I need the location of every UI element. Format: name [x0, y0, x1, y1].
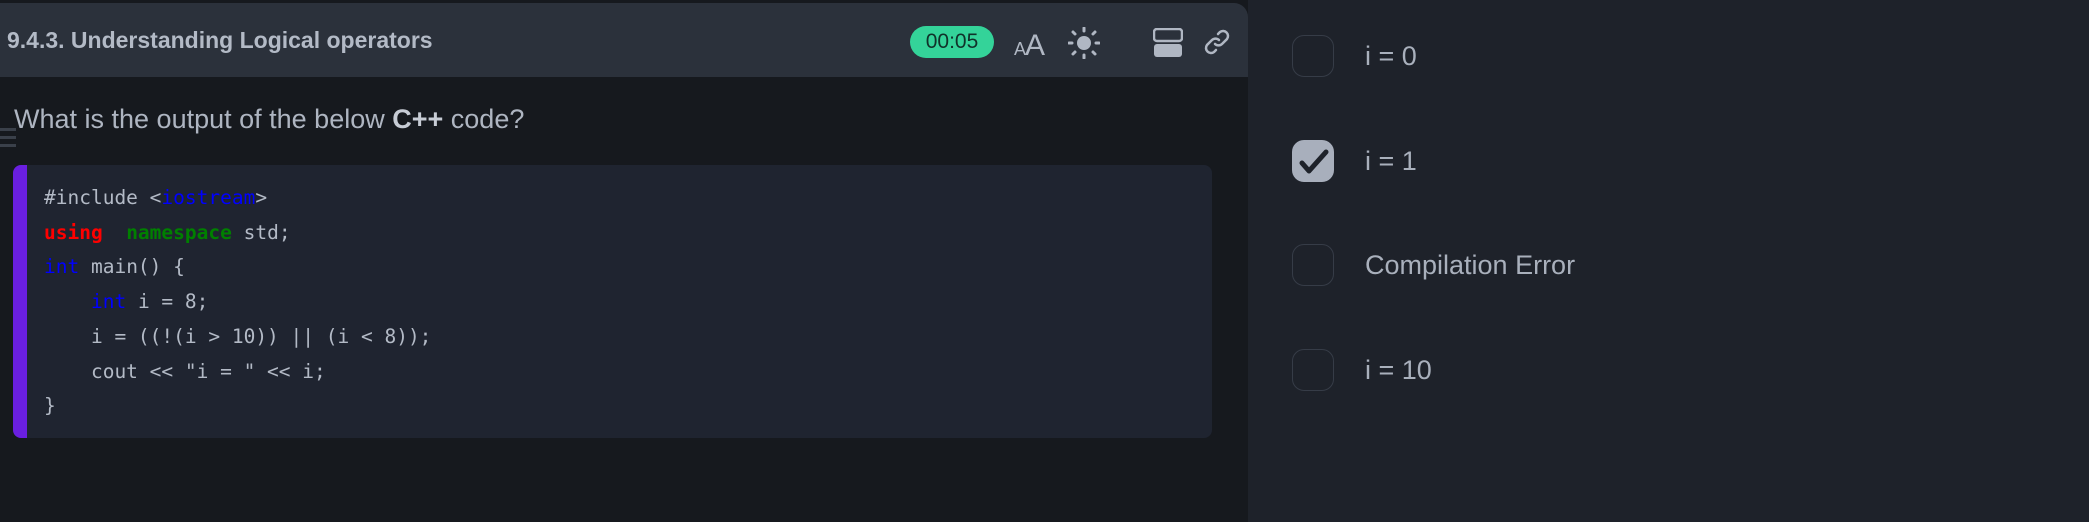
checkbox-checked[interactable]	[1292, 140, 1334, 182]
question-suffix: code?	[443, 104, 525, 134]
code-token: }	[44, 394, 56, 418]
page-title: 9.4.3. Understanding Logical operators	[7, 27, 433, 53]
svg-text:A: A	[1025, 29, 1045, 59]
question-text: What is the output of the below C++ code…	[14, 104, 524, 135]
code-token: #include <	[44, 186, 162, 209]
question-language: C++	[392, 104, 444, 134]
question-prefix: What is the output of the below	[14, 104, 393, 134]
code-token: main() {	[79, 255, 185, 279]
option-1[interactable]: i = 0	[1292, 35, 1992, 79]
code-token: int	[44, 255, 80, 279]
code-line: int i = 8;	[44, 285, 431, 320]
layout-icon[interactable]	[1152, 27, 1184, 63]
option-3[interactable]: Compilation Error	[1292, 244, 1992, 288]
question-header: 9.4.3. Understanding Logical operators 0…	[0, 3, 1248, 77]
code-token: using	[44, 220, 103, 244]
check-icon	[1299, 149, 1329, 174]
code-token: >	[255, 186, 268, 209]
checkbox[interactable]	[1292, 349, 1334, 391]
code-block: #include <iostream> using namespace std; i…	[13, 165, 1212, 438]
code-line: using namespace std;	[44, 216, 431, 251]
code-token: std;	[231, 220, 291, 244]
timer-badge: 00:05	[910, 26, 994, 58]
code-token: iostream	[161, 186, 256, 209]
code-token: int	[90, 290, 127, 314]
font-size-icon[interactable]: AA	[1014, 27, 1050, 64]
option-4[interactable]: i = 10	[1292, 349, 1992, 393]
code-token: namespace	[126, 220, 232, 244]
code-line: #include <iostream>	[44, 181, 431, 216]
option-label: i = 0	[1365, 41, 1417, 71]
sun-icon[interactable]	[1067, 26, 1101, 64]
code-line: i = ((!(i > 10)) || (i < 8));	[44, 320, 431, 355]
code-token: i = ((!(i > 10)) || (i < 8));	[44, 324, 432, 348]
code-line: int main() {	[44, 250, 431, 285]
option-2[interactable]: i = 1	[1292, 140, 1992, 184]
question-panel: 9.4.3. Understanding Logical operators 0…	[0, 0, 1248, 522]
checkbox[interactable]	[1292, 35, 1334, 77]
option-label: i = 1	[1365, 146, 1417, 176]
option-label: i = 10	[1365, 355, 1432, 385]
option-label: Compilation Error	[1365, 250, 1576, 280]
code-text: #include <iostream> using namespace std; i…	[44, 181, 431, 424]
code-line: }	[44, 389, 431, 424]
link-icon[interactable]	[1203, 28, 1231, 61]
code-token: i = 8;	[126, 290, 209, 314]
code-line: cout << "i = " << i;	[44, 355, 431, 390]
code-token: cout << "i = " << i;	[44, 359, 326, 383]
code-accent-bar	[13, 165, 27, 438]
checkbox[interactable]	[1292, 244, 1334, 286]
